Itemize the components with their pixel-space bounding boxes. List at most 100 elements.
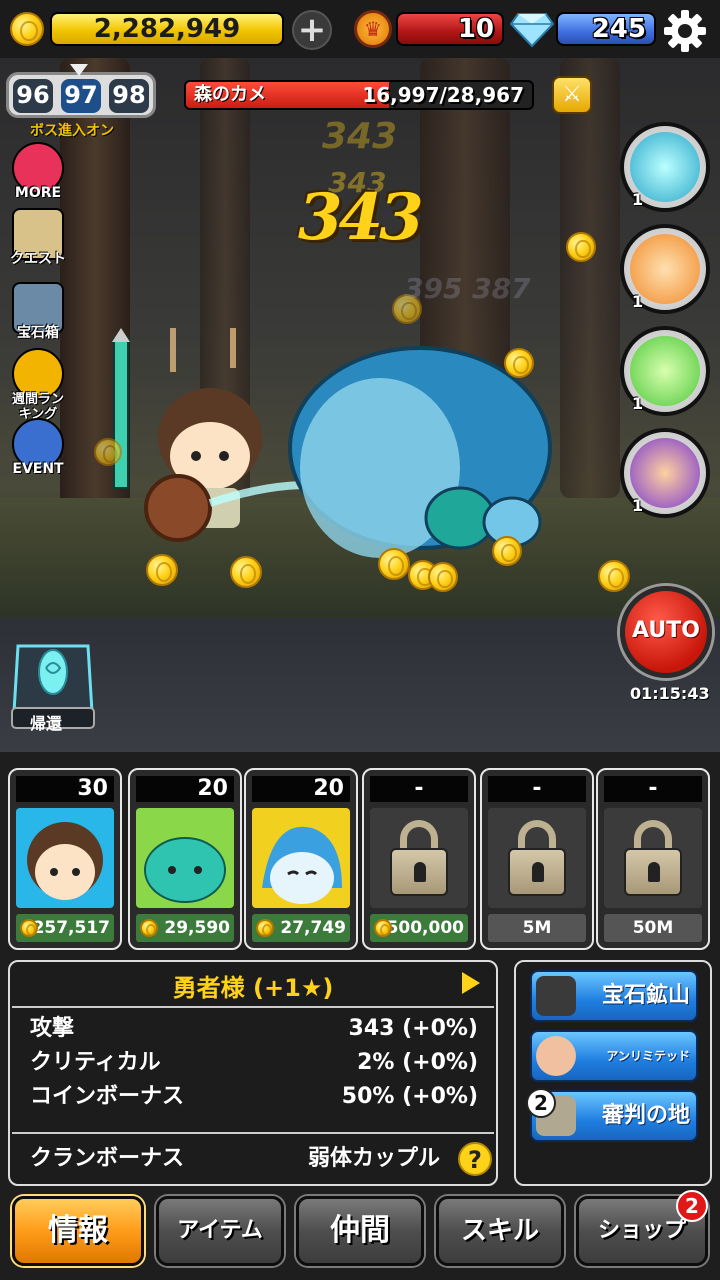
stage-next[interactable]: 98 (109, 79, 149, 113)
unlock-price[interactable]: 500,000 (370, 914, 468, 942)
skill-button-2[interactable]: 1 (620, 224, 710, 314)
dark-river (0, 618, 720, 752)
tab-skill[interactable]: スキル (436, 1196, 564, 1266)
bottom-nav: 情報 アイテム 仲間 スキル ショップ 2 (0, 1190, 720, 1280)
padlock-icon (604, 808, 702, 908)
price-value: 29,590 (164, 918, 230, 938)
coin-drop[interactable] (94, 438, 122, 466)
boss-hp-text: 16,997/28,967 (362, 83, 524, 107)
hero-card[interactable]: 20 29,590 (128, 768, 242, 950)
side-label: EVENT (12, 461, 64, 477)
ruby-amount: 10 (396, 12, 504, 46)
gold-amount: 2,282,949 (50, 12, 284, 46)
skill-level: 1 (632, 496, 644, 515)
coin-drop[interactable] (492, 536, 522, 566)
skill-button-4[interactable]: 1 (620, 428, 710, 518)
upgrade-price[interactable]: 27,749 (252, 914, 350, 942)
stat-value: 50% (+0%) (341, 1084, 478, 1109)
notification-badge: 2 (676, 1190, 708, 1222)
boss-hp-bar: 森のカメ 16,997/28,967 (184, 80, 534, 110)
side-label: クエスト (10, 251, 66, 267)
gold-coin-icon (10, 12, 44, 46)
hero-card[interactable]: 20 27,749 (244, 768, 358, 950)
hero-portrait (136, 808, 234, 908)
hero-portrait (252, 808, 350, 908)
coin-drop[interactable] (566, 232, 596, 262)
hero-card-locked[interactable]: - 50M (596, 768, 710, 950)
side-button-gem-box[interactable]: 宝石箱 (6, 282, 70, 341)
coin-drop[interactable] (378, 548, 410, 580)
judgment-land-button[interactable]: 2 審判の地 (526, 1088, 698, 1142)
skill-button-1[interactable]: 1 (620, 122, 710, 212)
tab-item[interactable]: アイテム (156, 1196, 284, 1266)
damage-number: 343 (322, 116, 398, 157)
hero-portrait (16, 808, 114, 908)
side-button-quest[interactable]: クエスト (6, 208, 70, 267)
hero-level: 20 (136, 776, 234, 802)
side-label: MORE (14, 185, 62, 201)
boss-name: 森のカメ (194, 84, 266, 105)
mode-label: 宝石鉱山 (601, 983, 690, 1008)
price-value: 257,517 (32, 918, 110, 938)
skill-level: 1 (632, 394, 644, 413)
hero-character (112, 328, 300, 542)
help-icon[interactable]: ? (458, 1142, 492, 1176)
side-button-event[interactable]: EVENT (6, 418, 70, 477)
count-badge: 2 (526, 1088, 556, 1118)
stage-prev[interactable]: 96 (13, 79, 53, 113)
mode-label: 審判の地 (601, 1103, 690, 1128)
clan-value: 弱体カップル (307, 1146, 440, 1171)
diamond-icon (510, 13, 554, 48)
coin-drop[interactable] (230, 556, 262, 588)
skill-level: 1 (632, 292, 644, 311)
coin-drop[interactable] (146, 554, 178, 586)
tab-friends[interactable]: 仲間 (296, 1196, 424, 1266)
hero-card[interactable]: 30 257,517 (8, 768, 122, 950)
divider (12, 1006, 494, 1008)
hero-name: 勇者様 (+1★) (172, 974, 334, 1002)
side-label: 宝石箱 (17, 325, 59, 341)
unlimited-button[interactable]: アンリミテッド (530, 1030, 698, 1082)
stage-current[interactable]: 97 (61, 79, 101, 113)
gear-icon[interactable] (662, 8, 708, 54)
stage-pointer-icon (70, 64, 88, 76)
stat-label: 攻撃 (30, 1016, 75, 1041)
gold-coin-icon (140, 919, 158, 937)
price-value: 500,000 (386, 918, 464, 938)
hero-level: 30 (16, 776, 114, 802)
hero-card-locked[interactable]: - 5M (480, 768, 594, 950)
hero-info-panel: 勇者様 (+1★) 攻撃 343 (+0%) クリティカル 2% (+0%) コ… (8, 960, 498, 1186)
gem-mine-button[interactable]: 宝石鉱山 (530, 970, 698, 1022)
side-button-more[interactable]: MORE (6, 142, 70, 201)
stat-label: クリティカル (30, 1050, 161, 1075)
stat-row: 攻撃 343 (+0%) (30, 1012, 478, 1046)
coin-drop[interactable] (598, 560, 630, 592)
tab-info[interactable]: 情報 (12, 1196, 144, 1266)
upgrade-price[interactable]: 29,590 (136, 914, 234, 942)
boss-turtle (288, 346, 552, 558)
play-arrow-icon[interactable] (462, 972, 480, 994)
coin-drop[interactable] (504, 348, 534, 378)
unlock-price[interactable]: 50M (604, 914, 702, 942)
stat-value: 343 (+0%) (348, 1016, 478, 1041)
crown-icon: ♛ (354, 10, 392, 48)
auto-timer: 01:15:43 (630, 684, 710, 703)
game-mode-panel: 宝石鉱山 アンリミテッド 2 審判の地 (514, 960, 712, 1186)
add-gold-button[interactable]: + (292, 10, 332, 50)
clan-label: クランボーナス (30, 1146, 185, 1171)
clan-bonus-row: クランボーナス 弱体カップル (30, 1142, 440, 1176)
sword-icon[interactable]: ⚔ (552, 76, 592, 114)
stat-row: クリティカル 2% (+0%) (30, 1046, 478, 1080)
battle-scene[interactable]: 96 97 98 ボス進入オン 森のカメ 16,997/28,967 ⚔ MOR… (0, 58, 720, 752)
hero-card-locked[interactable]: - 500,000 (362, 768, 476, 950)
upgrade-price[interactable]: 257,517 (16, 914, 114, 942)
side-button-weekly-ranking[interactable]: 週間ランキング (6, 348, 70, 422)
unlock-price[interactable]: 5M (488, 914, 586, 942)
gold-coin-icon (20, 919, 38, 937)
auto-button[interactable]: AUTO (620, 586, 712, 678)
skill-button-3[interactable]: 1 (620, 326, 710, 416)
return-label: 帰還 (30, 714, 63, 733)
coin-drop[interactable] (428, 562, 458, 592)
boss-entry-toggle[interactable]: ボス進入オン (30, 120, 114, 140)
hero-level: 20 (252, 776, 350, 802)
